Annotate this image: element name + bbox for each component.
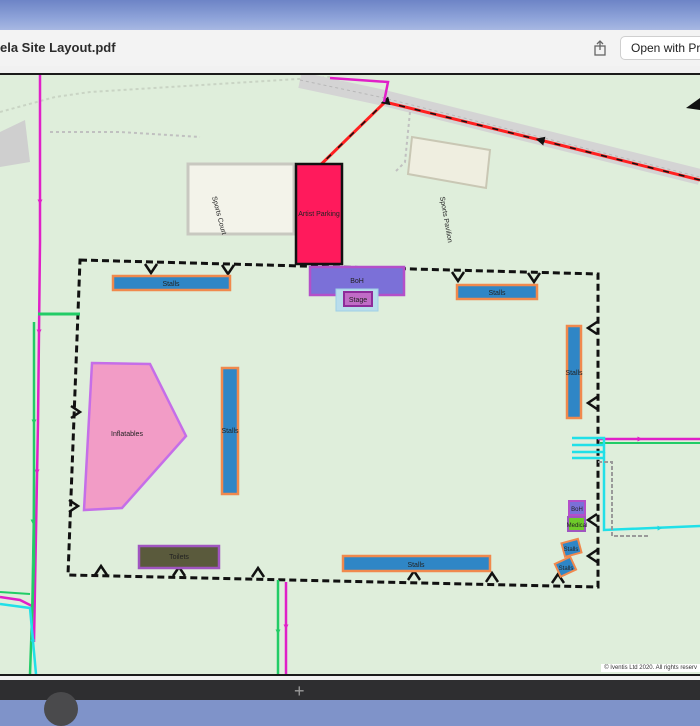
stalls-center-label: Stalls: [221, 428, 239, 435]
stalls-small-2-label: Stalls: [559, 566, 574, 572]
stalls-bottom-label: Stalls: [407, 562, 425, 569]
stage-label: Stage: [349, 297, 367, 304]
document-title: ela Site Layout.pdf: [0, 40, 116, 55]
stalls-small-1-label: Stalls: [564, 547, 579, 553]
toilets-label: Toilets: [169, 554, 189, 561]
dock-app-icon[interactable]: [44, 692, 78, 726]
stalls-top-right-label: Stalls: [488, 290, 506, 297]
map-attribution: © Iventis Ltd 2020. All rights reserv: [601, 664, 700, 672]
stalls-top-left-label: Stalls: [162, 281, 180, 288]
preview-titlebar: ela Site Layout.pdf Open with Prev: [0, 30, 700, 67]
inflatables-label: Inflatables: [111, 431, 143, 438]
artist-parking-label: Artist Parking: [298, 211, 340, 218]
stalls-right-label: Stalls: [565, 370, 583, 377]
sports-court: [186, 162, 296, 236]
site-layout-map[interactable]: Sports Court Sports Pavilion Artist Park…: [0, 73, 700, 676]
boh-small-label: BoH: [571, 507, 583, 513]
boh-label: BoH: [350, 278, 364, 285]
share-icon[interactable]: [590, 38, 610, 58]
desktop-background: [0, 0, 700, 30]
open-with-preview-button[interactable]: Open with Prev: [620, 36, 700, 60]
map-canvas: Sports Court Sports Pavilion Artist Park…: [0, 75, 700, 674]
medical-label: Medical: [567, 523, 588, 529]
add-icon[interactable]: +: [294, 681, 305, 702]
dock-area: [0, 680, 700, 700]
